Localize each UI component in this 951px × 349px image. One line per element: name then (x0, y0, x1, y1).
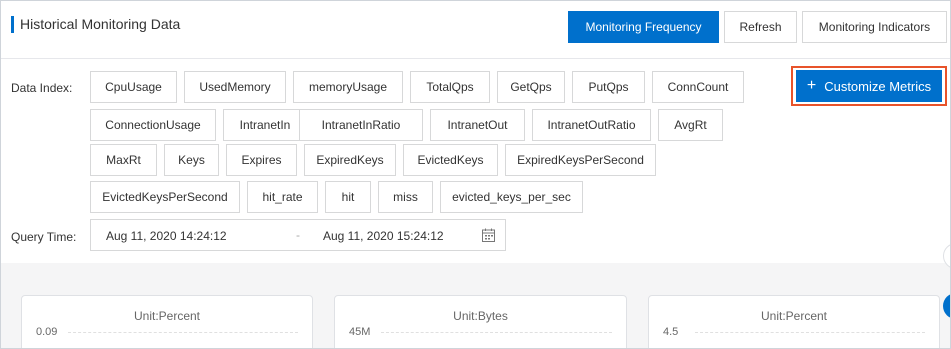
metric-tag-totalqps[interactable]: TotalQps (410, 71, 490, 103)
refresh-button[interactable]: Refresh (724, 11, 797, 43)
plus-icon: + (806, 77, 817, 94)
calendar-icon[interactable] (482, 228, 495, 242)
monitoring-indicators-button[interactable]: Monitoring Indicators (802, 11, 947, 43)
metric-tag-connectionusage[interactable]: ConnectionUsage (90, 109, 216, 141)
chart-y-tick: 4.5 (663, 326, 679, 338)
chart-card-usage: Unit:Percent 4.5 (648, 295, 940, 348)
customize-metrics-label: Customize Metrics (824, 78, 932, 94)
chart-gridline (695, 332, 925, 333)
date-range-picker[interactable]: Aug 11, 2020 14:24:12 - Aug 11, 2020 15:… (90, 219, 506, 251)
chart-card-cpu: Unit:Percent 0.09 (21, 295, 313, 348)
metric-tag-keys[interactable]: Keys (164, 144, 219, 176)
panel-header: Historical Monitoring Data (11, 14, 180, 34)
metric-tag-miss[interactable]: miss (378, 181, 433, 213)
chart-gridline (68, 332, 298, 333)
metric-tag-cpuusage[interactable]: CpuUsage (90, 71, 177, 103)
metric-tag-avgrt[interactable]: AvgRt (658, 109, 723, 141)
metric-tag-expiredkeys[interactable]: ExpiredKeys (304, 144, 396, 176)
chart-unit-label: Unit:Percent (760, 309, 828, 323)
chart-gridline (381, 332, 612, 333)
historical-monitoring-panel: Historical Monitoring Data Monitoring Fr… (0, 0, 951, 349)
metric-tag-hit[interactable]: hit (325, 181, 371, 213)
chart-unit-label: Unit:Percent (133, 309, 201, 323)
header-divider (1, 58, 950, 59)
chart-y-tick: 0.09 (36, 326, 58, 338)
metric-tag-intranetin[interactable]: IntranetIn (223, 109, 307, 141)
chart-y-tick: 45M (349, 326, 371, 338)
metric-tag-expiredkeyspersecond[interactable]: ExpiredKeysPerSecond (505, 144, 656, 176)
chart-card-memory: Unit:Bytes 45M (334, 295, 627, 348)
start-time-input[interactable]: Aug 11, 2020 14:24:12 (106, 229, 227, 243)
metric-tag-maxrt[interactable]: MaxRt (90, 144, 157, 176)
metric-tag-evictedkeyspersecond[interactable]: EvictedKeysPerSecond (90, 181, 240, 213)
metric-tag-putqps[interactable]: PutQps (572, 71, 645, 103)
date-range-separator: - (296, 228, 300, 242)
metric-tag-evicted-keys-per-sec[interactable]: evicted_keys_per_sec (440, 181, 583, 213)
metric-tag-conncount[interactable]: ConnCount (652, 71, 744, 103)
metric-tag-memoryusage[interactable]: memoryUsage (293, 71, 403, 103)
chart-unit-label: Unit:Bytes (453, 309, 508, 323)
data-index-label: Data Index: (11, 81, 73, 95)
panel-title: Historical Monitoring Data (20, 16, 181, 32)
query-time-label: Query Time: (11, 230, 77, 244)
metric-tag-usedmemory[interactable]: UsedMemory (184, 71, 286, 103)
end-time-input[interactable]: Aug 11, 2020 15:24:12 (323, 229, 444, 243)
monitoring-frequency-button[interactable]: Monitoring Frequency (568, 11, 719, 43)
metric-tag-expires[interactable]: Expires (226, 144, 297, 176)
metric-tag-getqps[interactable]: GetQps (497, 71, 565, 103)
metric-tag-hit-rate[interactable]: hit_rate (247, 181, 318, 213)
metric-tag-intranetoutratio[interactable]: IntranetOutRatio (532, 109, 651, 141)
customize-metrics-button[interactable]: + Customize Metrics (796, 70, 942, 102)
metric-tag-evictedkeys[interactable]: EvictedKeys (403, 144, 498, 176)
title-accent-bar (11, 15, 14, 33)
metric-tag-intranetinratio[interactable]: IntranetInRatio (299, 109, 423, 141)
metric-tag-intranetout[interactable]: IntranetOut (430, 109, 525, 141)
